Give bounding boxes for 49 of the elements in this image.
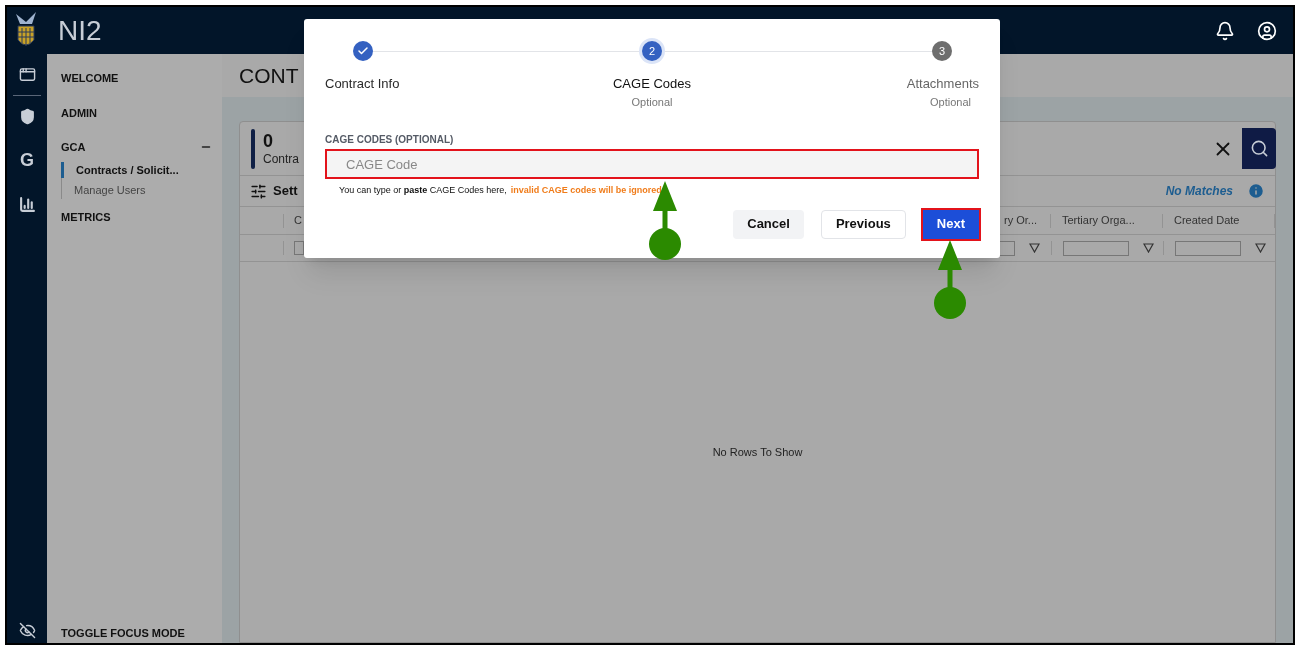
search-button[interactable] [1242, 128, 1276, 169]
info-icon[interactable] [1247, 182, 1265, 200]
sidebar-subitem[interactable]: Manage Users [62, 182, 212, 199]
column-header[interactable]: Created Date [1174, 212, 1240, 229]
step-sublabel: Optional [930, 94, 971, 110]
eye-off-icon[interactable] [18, 622, 36, 639]
filter-icon[interactable] [1255, 243, 1266, 253]
sidebar-item[interactable]: WELCOME [61, 70, 119, 87]
bell-icon[interactable] [1215, 20, 1235, 41]
filter-input[interactable] [1175, 240, 1241, 256]
filter-icon[interactable] [1029, 243, 1040, 253]
filter-icon[interactable] [1143, 243, 1154, 253]
layout-icon[interactable] [18, 66, 36, 83]
step-sublabel: Optional [631, 94, 673, 110]
step-label: Contract Info [325, 75, 400, 93]
settings-label[interactable]: Sett [273, 181, 298, 201]
step-label: Attachments [906, 75, 979, 93]
contract-count: 0 [263, 129, 274, 153]
column-header[interactable]: C [294, 212, 302, 229]
search-icon [1249, 139, 1269, 158]
sidebar-item[interactable]: ADMIN [61, 104, 98, 121]
filter-input[interactable] [1063, 240, 1129, 256]
sidebar-item[interactable]: METRICS [61, 208, 111, 225]
app-title: NI2 [58, 13, 102, 48]
warning-text: invalid CAGE codes will be ignored [510, 184, 662, 197]
filter-input[interactable] [294, 241, 304, 255]
dialog-button[interactable]: Next [922, 209, 979, 239]
column-header[interactable]: ry Or... [1004, 212, 1037, 229]
count-label: Contra [263, 152, 300, 168]
focus-mode-toggle[interactable]: TOGGLE FOCUS MODE [61, 624, 212, 641]
hint-text: You can type or paste CAGE Codes here, [339, 184, 507, 197]
step-indicator: 3 [932, 41, 952, 61]
cage-code-input[interactable]: CAGE Code [325, 149, 979, 179]
step-indicator: 2 [642, 41, 662, 61]
dialog-button[interactable]: Previous [820, 209, 906, 239]
shield-icon[interactable] [18, 108, 36, 125]
sidebar-item[interactable]: GCA [61, 139, 86, 156]
field-label: CAGE CODES (OPTIONAL) [325, 133, 455, 147]
bar-chart-icon[interactable] [18, 196, 36, 213]
sidebar-subitem[interactable]: Contracts / Solicit... [61, 161, 212, 178]
dialog-button[interactable]: Cancel [733, 209, 804, 239]
account-icon[interactable] [1257, 20, 1277, 41]
rail-letter-item[interactable]: G [20, 147, 34, 174]
column-header[interactable]: Tertiary Orga... [1062, 212, 1135, 229]
match-status: No Matches [1165, 183, 1233, 200]
step-label: CAGE Codes [612, 75, 691, 93]
empty-message: No Rows To Show [712, 444, 803, 460]
sliders-icon[interactable] [250, 182, 267, 200]
page-heading: CONT [239, 62, 299, 89]
